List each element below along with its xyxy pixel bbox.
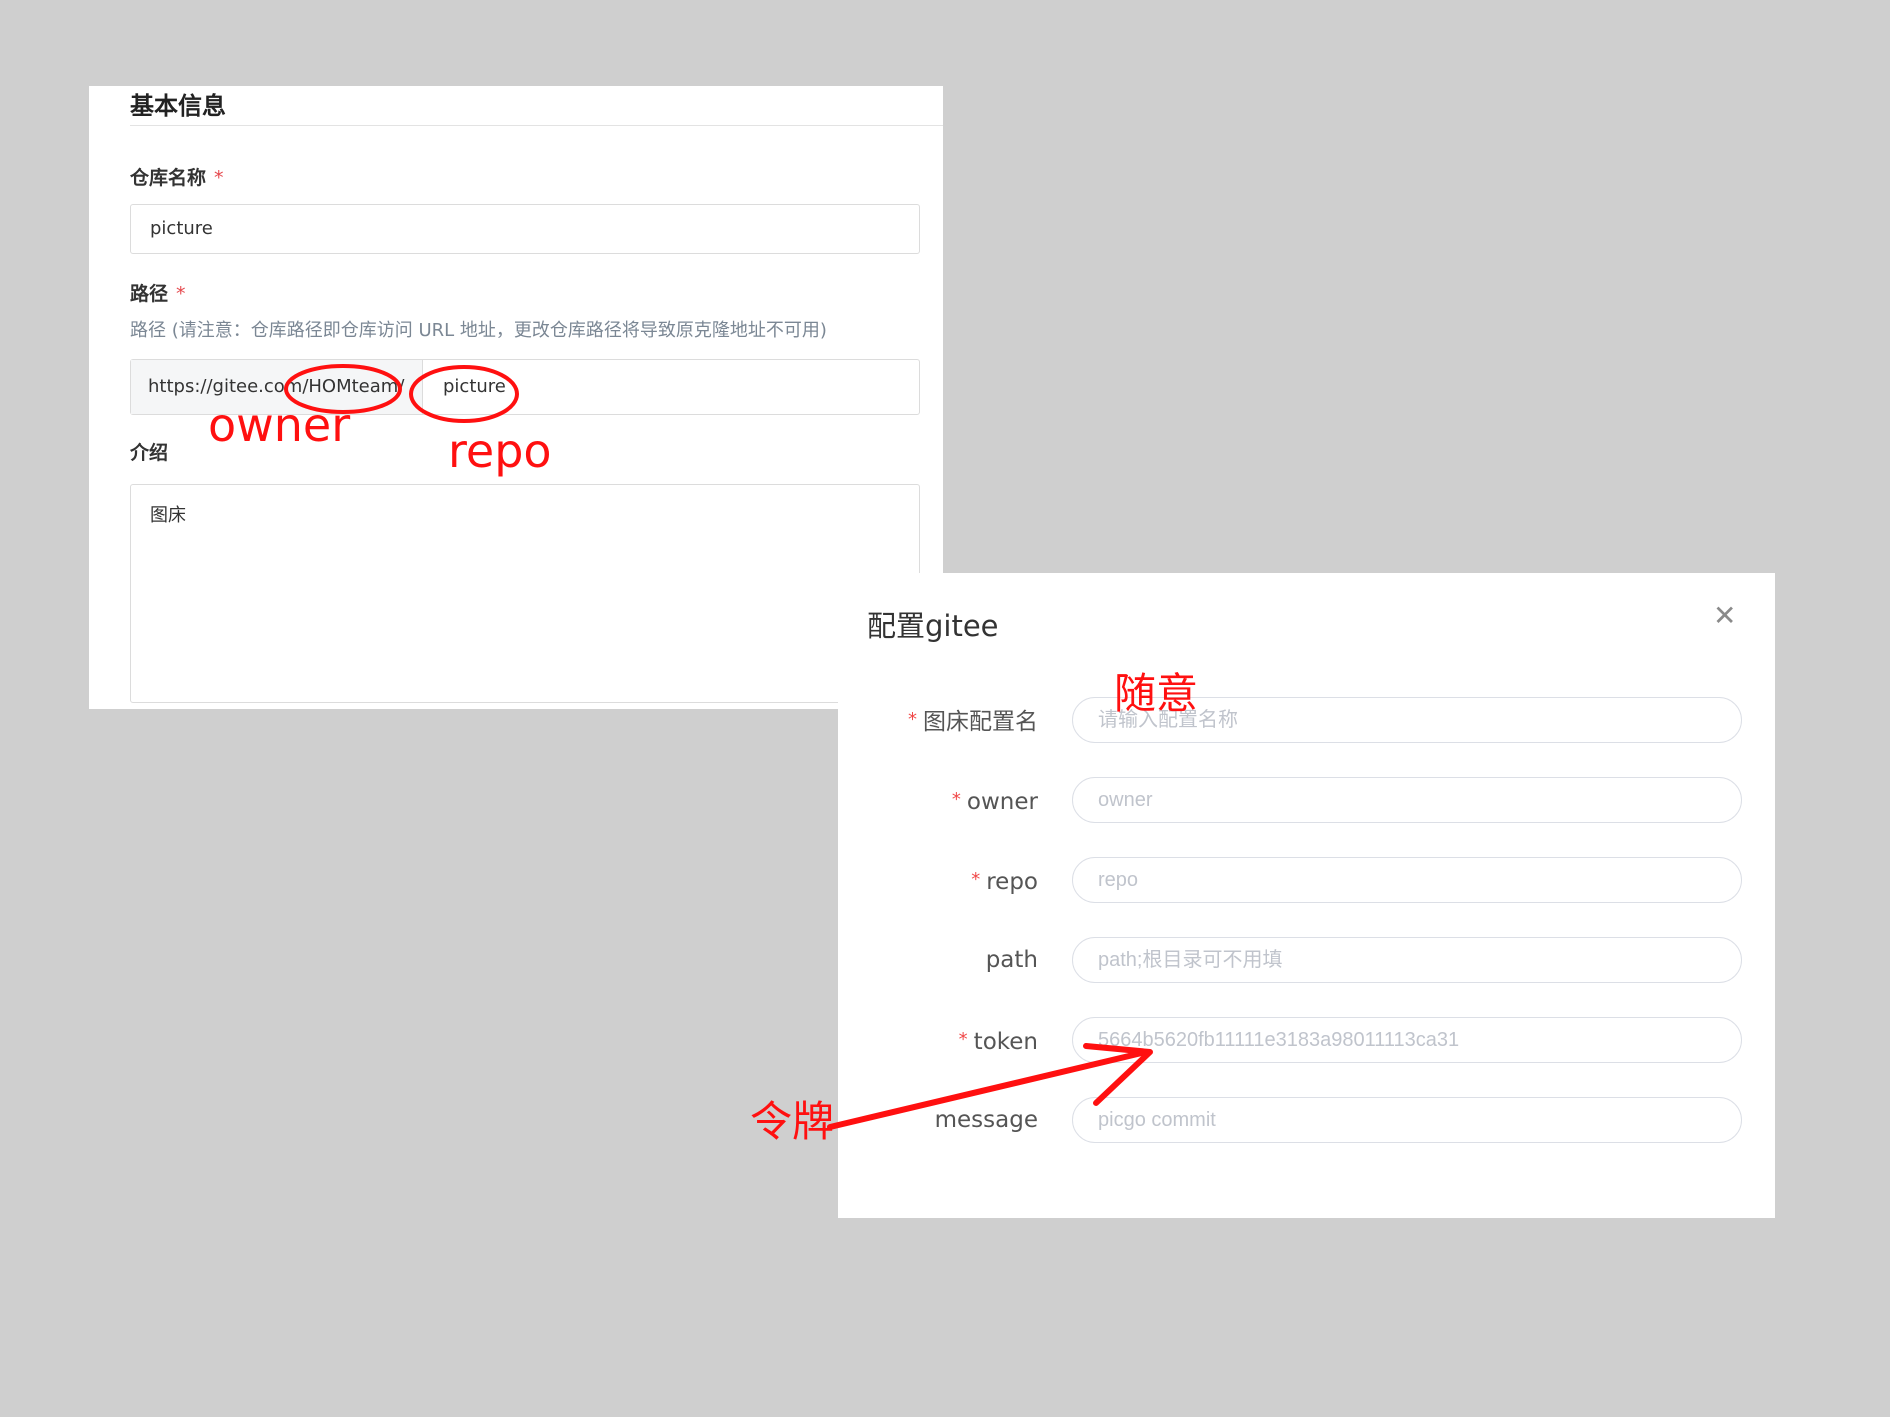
repo-name-label: 仓库名称 * (130, 163, 224, 190)
required-star: * (971, 869, 981, 890)
path-hint: 路径 (请注意：仓库路径即仓库访问 URL 地址，更改仓库路径将导致原克隆地址不… (130, 320, 827, 341)
required-star: * (908, 709, 917, 730)
repo-intro-textarea[interactable]: 图床 (130, 484, 920, 703)
config-name-row: * 图床配置名 (838, 695, 1775, 745)
path-input[interactable] (1072, 937, 1742, 983)
required-star: * (951, 789, 961, 810)
required-star: * (958, 1029, 968, 1050)
token-label-text: token (973, 1029, 1038, 1055)
path-row: path (838, 935, 1775, 985)
owner-annotation: owner (208, 398, 351, 452)
token-row: * token (838, 1015, 1775, 1065)
owner-label-text: owner (966, 789, 1038, 815)
repo-path-input[interactable]: picture (423, 360, 919, 414)
close-icon[interactable]: ✕ (1713, 599, 1736, 632)
path-label: path (985, 947, 1038, 973)
dialog-title: 配置gitee (867, 609, 999, 643)
required-mark: * (176, 283, 186, 305)
repo-input[interactable] (1072, 857, 1742, 903)
message-input[interactable] (1072, 1097, 1742, 1143)
token-label: * token (959, 1015, 1038, 1067)
message-row: message (838, 1095, 1775, 1145)
owner-label: * owner (952, 775, 1038, 827)
token-input[interactable] (1072, 1017, 1742, 1063)
repo-path-label-text: 路径 (130, 283, 169, 305)
repo-row: * repo (838, 855, 1775, 905)
owner-input[interactable] (1072, 777, 1742, 823)
message-label: message (934, 1107, 1038, 1133)
repo-annotation: repo (448, 424, 552, 478)
repo-name-input[interactable]: picture (130, 204, 920, 254)
token-annotation: 令牌 (750, 1097, 835, 1146)
section-divider (130, 125, 943, 126)
repo-path-label: 路径 * (130, 279, 186, 306)
repo-name-label-text: 仓库名称 (130, 167, 207, 189)
repo-label: * repo (971, 855, 1038, 907)
repo-label-text: repo (986, 869, 1038, 895)
repo-intro-label: 介绍 (130, 442, 169, 464)
owner-row: * owner (838, 775, 1775, 825)
required-mark: * (214, 167, 224, 189)
config-gitee-dialog: 配置gitee ✕ *图床配置名 *owner *repo path *toke… (838, 573, 1775, 1218)
config-name-label: * 图床配置名 (908, 695, 1038, 747)
section-title: 基本信息 (130, 92, 226, 120)
config-name-annotation: 随意 (1114, 669, 1199, 718)
config-name-label-text: 图床配置名 (923, 709, 1038, 735)
